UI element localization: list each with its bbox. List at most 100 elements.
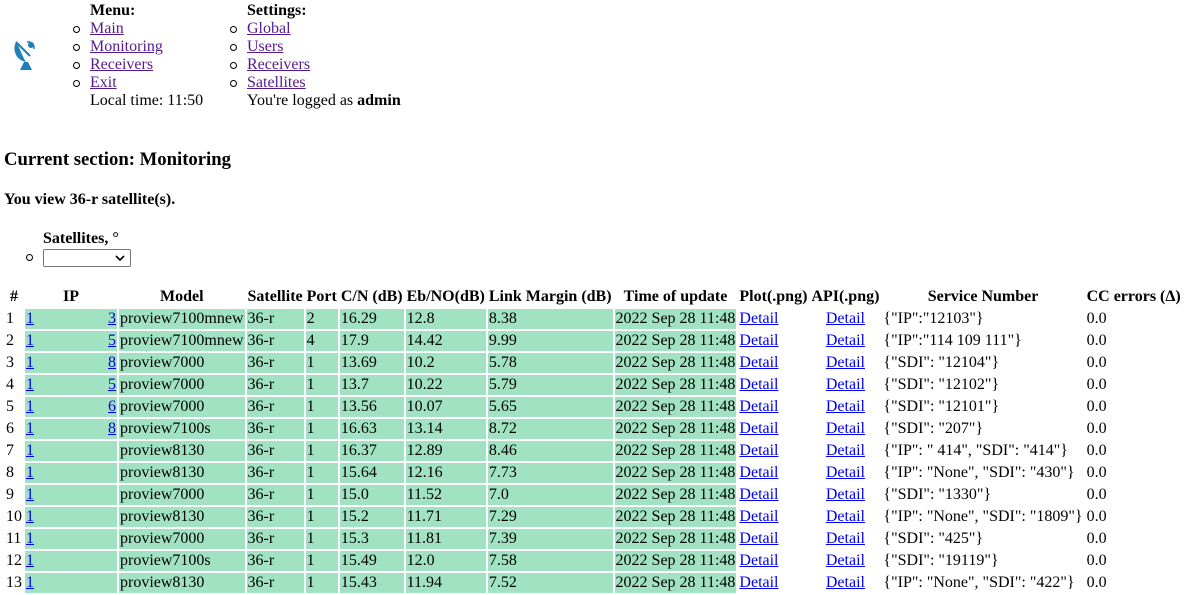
plot-detail-link[interactable]: Detail <box>739 332 778 349</box>
plot-detail-link[interactable]: Detail <box>739 486 778 503</box>
redaction-mask <box>34 508 117 527</box>
model-cell: proview7100s <box>119 551 245 571</box>
plot-detail-link[interactable]: Detail <box>739 464 778 481</box>
port-cell: 1 <box>305 397 338 417</box>
menu-item-exit: Exit <box>73 74 203 92</box>
plot-cell: Detail <box>738 529 808 549</box>
service-number-cell: {"IP": " 414", "SDI": "414"} <box>883 442 1068 459</box>
ebno-cell: 12.89 <box>405 441 486 461</box>
time-cell: 2022 Sep 28 11:48 <box>614 441 737 461</box>
api-detail-link[interactable]: Detail <box>826 310 865 327</box>
api-detail-link[interactable]: Detail <box>826 508 865 525</box>
ip-link[interactable]: 1 <box>26 398 34 416</box>
settings-menu: Settings: Global Users Receivers Satelli… <box>230 2 401 110</box>
link-margin-cell: 5.78 <box>487 353 613 373</box>
menu-link-monitoring[interactable]: Monitoring <box>90 38 163 55</box>
col-header: API(.png) <box>811 288 880 305</box>
ebno-cell: 11.81 <box>405 529 486 549</box>
plot-detail-link[interactable]: Detail <box>739 376 778 393</box>
ip-link[interactable]: 1 <box>26 574 34 592</box>
cc-errors-cell: 0.0 <box>1086 442 1107 459</box>
ip-link[interactable]: 1 <box>26 332 34 350</box>
satellite-select[interactable] <box>43 249 131 267</box>
ip-link-tail[interactable]: 8 <box>108 420 116 438</box>
plot-detail-link[interactable]: Detail <box>739 552 778 569</box>
plot-detail-link[interactable]: Detail <box>739 442 778 459</box>
ebno-cell: 14.42 <box>405 331 486 351</box>
port-cell: 1 <box>305 573 338 593</box>
model-cell: proview7000 <box>119 529 245 549</box>
plot-cell: Detail <box>738 419 808 439</box>
api-detail-link[interactable]: Detail <box>826 442 865 459</box>
ip-link-tail[interactable]: 5 <box>108 332 116 350</box>
settings-link-receivers[interactable]: Receivers <box>247 56 310 73</box>
api-detail-link[interactable]: Detail <box>826 464 865 481</box>
ip-link[interactable]: 1 <box>26 486 34 504</box>
service-number-cell: {"SDI": "12101"} <box>883 398 1000 415</box>
ip-link-tail[interactable]: 5 <box>108 376 116 394</box>
api-detail-link[interactable]: Detail <box>826 574 865 591</box>
api-cell: Detail <box>810 551 880 571</box>
ip-link[interactable]: 1 <box>26 442 34 460</box>
api-detail-link[interactable]: Detail <box>826 552 865 569</box>
satellite-cell: 36-r <box>246 375 304 395</box>
link-margin-cell: 5.79 <box>487 375 613 395</box>
api-detail-link[interactable]: Detail <box>826 398 865 415</box>
menu-link-main[interactable]: Main <box>90 20 124 37</box>
link-margin-cell: 7.58 <box>487 551 613 571</box>
row-number: 11 <box>6 530 22 547</box>
redaction-mask <box>34 574 117 593</box>
ip-link-tail[interactable]: 8 <box>108 354 116 372</box>
ip-link[interactable]: 1 <box>26 420 34 438</box>
plot-detail-link[interactable]: Detail <box>739 530 778 547</box>
ip-link[interactable]: 1 <box>26 530 34 548</box>
menu-link-exit[interactable]: Exit <box>90 74 117 91</box>
ip-link[interactable]: 1 <box>26 310 34 328</box>
redaction-mask <box>34 332 117 351</box>
plot-detail-link[interactable]: Detail <box>739 398 778 415</box>
api-cell: Detail <box>810 353 880 373</box>
ip-link-tail[interactable]: 3 <box>108 310 116 328</box>
api-detail-link[interactable]: Detail <box>826 354 865 371</box>
ip-link-tail[interactable]: 6 <box>108 398 116 416</box>
link-margin-cell: 7.39 <box>487 529 613 549</box>
logged-user: admin <box>357 92 401 109</box>
api-detail-link[interactable]: Detail <box>826 376 865 393</box>
cc-errors-cell: 0.0 <box>1086 464 1107 481</box>
api-detail-link[interactable]: Detail <box>826 332 865 349</box>
port-cell: 1 <box>305 375 338 395</box>
model-cell: proview7000 <box>119 353 245 373</box>
api-detail-link[interactable]: Detail <box>826 530 865 547</box>
settings-link-global[interactable]: Global <box>247 20 291 37</box>
ip-link[interactable]: 1 <box>26 354 34 372</box>
plot-detail-link[interactable]: Detail <box>739 310 778 327</box>
plot-detail-link[interactable]: Detail <box>739 508 778 525</box>
settings-link-users[interactable]: Users <box>247 38 283 55</box>
api-detail-link[interactable]: Detail <box>826 486 865 503</box>
col-header: Satellite <box>247 288 303 305</box>
cn-cell: 16.63 <box>339 419 404 439</box>
plot-detail-link[interactable]: Detail <box>739 574 778 591</box>
api-cell: Detail <box>810 441 880 461</box>
table-row: 1 1 3 proview7100mnew 36-r 2 16.29 12.8 8.38 2022… <box>5 309 1182 329</box>
port-cell: 1 <box>305 463 338 483</box>
time-cell: 2022 Sep 28 11:48 <box>614 529 737 549</box>
satellite-cell: 36-r <box>246 441 304 461</box>
api-cell: Detail <box>810 507 880 527</box>
menu-item-receivers: Receivers <box>73 56 203 74</box>
port-cell: 1 <box>305 485 338 505</box>
menu-item-main: Main <box>73 20 203 38</box>
cn-cell: 15.2 <box>339 507 404 527</box>
ip-link[interactable]: 1 <box>26 464 34 482</box>
api-detail-link[interactable]: Detail <box>826 420 865 437</box>
time-cell: 2022 Sep 28 11:48 <box>614 353 737 373</box>
plot-detail-link[interactable]: Detail <box>739 420 778 437</box>
cc-errors-cell: 0.0 <box>1086 310 1107 327</box>
ip-link[interactable]: 1 <box>26 376 34 394</box>
settings-link-satellites[interactable]: Satellites <box>247 74 306 91</box>
redaction-mask <box>34 530 117 549</box>
ip-link[interactable]: 1 <box>26 552 34 570</box>
plot-detail-link[interactable]: Detail <box>739 354 778 371</box>
menu-link-receivers[interactable]: Receivers <box>90 56 153 73</box>
ip-link[interactable]: 1 <box>26 508 34 526</box>
